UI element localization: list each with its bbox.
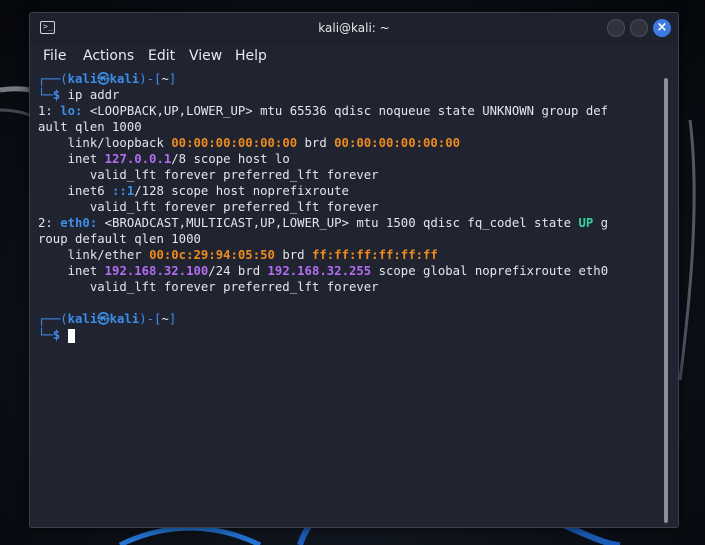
output-line: roup default qlen 1000: [38, 232, 201, 246]
output-line: inet 127.0.0.1/8 scope host lo: [38, 152, 290, 166]
close-icon: ×: [656, 20, 668, 35]
output-line: link/loopback 00:00:00:00:00:00 brd 00:0…: [38, 136, 461, 150]
output-line: inet 192.168.32.100/24 brd 192.168.32.25…: [38, 264, 609, 278]
window-title: kali@kali: ~: [318, 21, 390, 35]
menu-actions[interactable]: Actions: [83, 48, 134, 64]
prompt-command-line: └─$ ip addr: [38, 88, 120, 102]
output-line: valid_lft forever preferred_lft forever: [38, 200, 379, 214]
menu-view[interactable]: View: [189, 48, 222, 64]
output-line: 1: lo: <LOOPBACK,UP,LOWER_UP> mtu 65536 …: [38, 104, 609, 118]
menu-bar: File Actions Edit View Help: [30, 45, 678, 71]
text-cursor: [67, 328, 75, 343]
prompt-top-line: ┌──(kali㉿kali)-[~]: [38, 312, 177, 326]
close-button[interactable]: ×: [653, 19, 671, 37]
output-line: valid_lft forever preferred_lft forever: [38, 280, 379, 294]
output-line: ault qlen 1000: [38, 120, 142, 134]
title-bar[interactable]: >_ kali@kali: ~ ×: [30, 13, 678, 45]
scrollbar[interactable]: [664, 78, 668, 523]
output-line: inet6 ::1/128 scope host noprefixroute: [38, 184, 349, 198]
menu-help[interactable]: Help: [235, 48, 267, 64]
terminal-window: >_ kali@kali: ~ × File Actions Edit View…: [29, 12, 679, 528]
prompt-input-line[interactable]: └─$: [38, 327, 75, 343]
maximize-button[interactable]: [630, 19, 648, 37]
command-text: ip addr: [67, 88, 120, 102]
minimize-button[interactable]: [607, 19, 625, 37]
output-line: link/ether 00:0c:29:94:05:50 brd ff:ff:f…: [38, 248, 438, 262]
menu-edit[interactable]: Edit: [148, 48, 175, 64]
output-line: 2: eth0: <BROADCAST,MULTICAST,UP,LOWER_U…: [38, 216, 609, 230]
output-line: valid_lft forever preferred_lft forever: [38, 168, 379, 182]
terminal-output[interactable]: ┌──(kali㉿kali)-[~] └─$ ip addr 1: lo: <L…: [30, 71, 662, 527]
prompt-top-line: ┌──(kali㉿kali)-[~]: [38, 72, 177, 86]
menu-file[interactable]: File: [43, 48, 66, 64]
